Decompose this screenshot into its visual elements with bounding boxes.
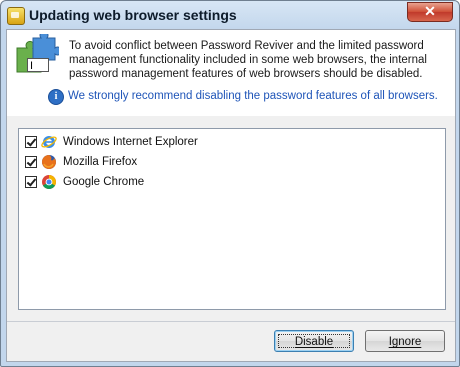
checkbox-internet-explorer[interactable] [25,136,37,148]
footer-divider [7,321,455,322]
disable-button-label: Disable [294,336,334,348]
title-bar[interactable]: Updating web browser settings ✕ [1,1,459,31]
info-icon: i [48,89,64,105]
password-reviver-app-icon [7,7,25,25]
browser-label-firefox: Mozilla Firefox [63,156,138,168]
ignore-button[interactable]: Ignore [365,330,445,352]
close-button[interactable]: ✕ [407,2,453,22]
firefox-icon [42,155,56,169]
disable-button[interactable]: Disable [274,330,354,352]
recommendation-text: We strongly recommend disabling the pass… [68,90,438,102]
header-panel: I To avoid conflict between Password Rev… [7,30,455,116]
chrome-icon [42,175,56,189]
window-title: Updating web browser settings [29,7,237,23]
dialog-window: Updating web browser settings ✕ I To avo… [0,0,460,367]
checkbox-chrome[interactable] [25,176,37,188]
browser-label-internet-explorer: Windows Internet Explorer [63,136,198,148]
puzzle-pieces-icon [16,34,59,73]
intro-text: To avoid conflict between Password Reviv… [69,40,427,80]
browser-label-chrome: Google Chrome [63,176,145,188]
text-field-cursor-icon: I [27,58,49,72]
dialog-body: I To avoid conflict between Password Rev… [6,29,456,362]
checkbox-firefox[interactable] [25,156,37,168]
ignore-button-label: Ignore [388,336,422,348]
internet-explorer-icon [41,136,57,148]
browser-list[interactable]: Windows Internet Explorer Mozilla Firefo… [18,128,446,310]
